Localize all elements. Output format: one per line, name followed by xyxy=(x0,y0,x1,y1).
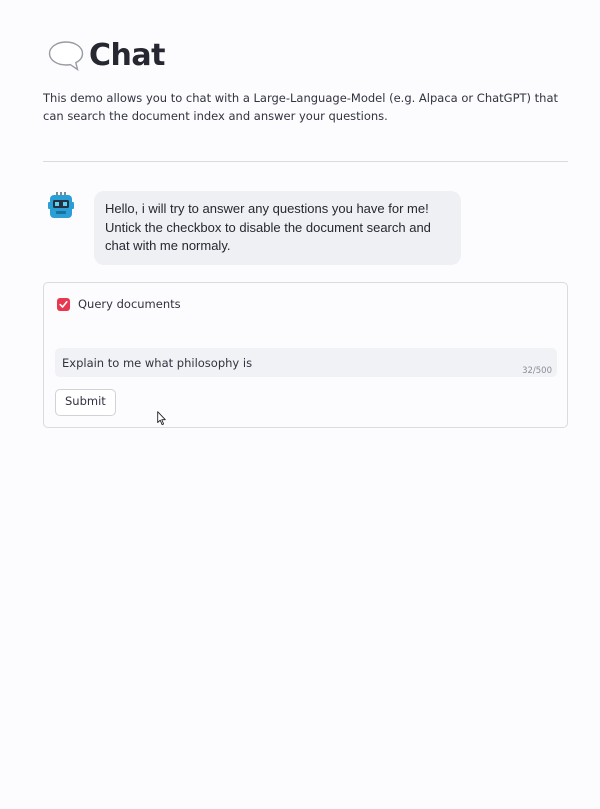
question-textarea[interactable]: Explain to me what philosophy is 32/500 xyxy=(55,348,557,377)
checkbox-label: Query documents xyxy=(78,297,181,311)
textarea-value[interactable]: Explain to me what philosophy is xyxy=(62,356,252,370)
page-header: Chat xyxy=(47,38,165,73)
submit-button[interactable]: Submit xyxy=(55,389,116,416)
page: Chat This demo allows you to chat with a… xyxy=(0,0,600,809)
robot-icon xyxy=(48,192,74,218)
chat-message-assistant: Hello, i will try to answer any question… xyxy=(94,191,461,265)
query-documents-checkbox[interactable]: Query documents xyxy=(57,297,181,311)
divider xyxy=(43,161,568,162)
speech-balloon-icon xyxy=(48,40,84,71)
page-title: Chat xyxy=(89,38,165,73)
intro-text: This demo allows you to chat with a Larg… xyxy=(43,91,559,123)
checkbox-checked-icon[interactable] xyxy=(57,297,70,311)
mouse-pointer-icon xyxy=(157,411,166,426)
char-counter: 32/500 xyxy=(522,366,552,376)
query-form: Query documents Explain to me what philo… xyxy=(43,282,568,428)
